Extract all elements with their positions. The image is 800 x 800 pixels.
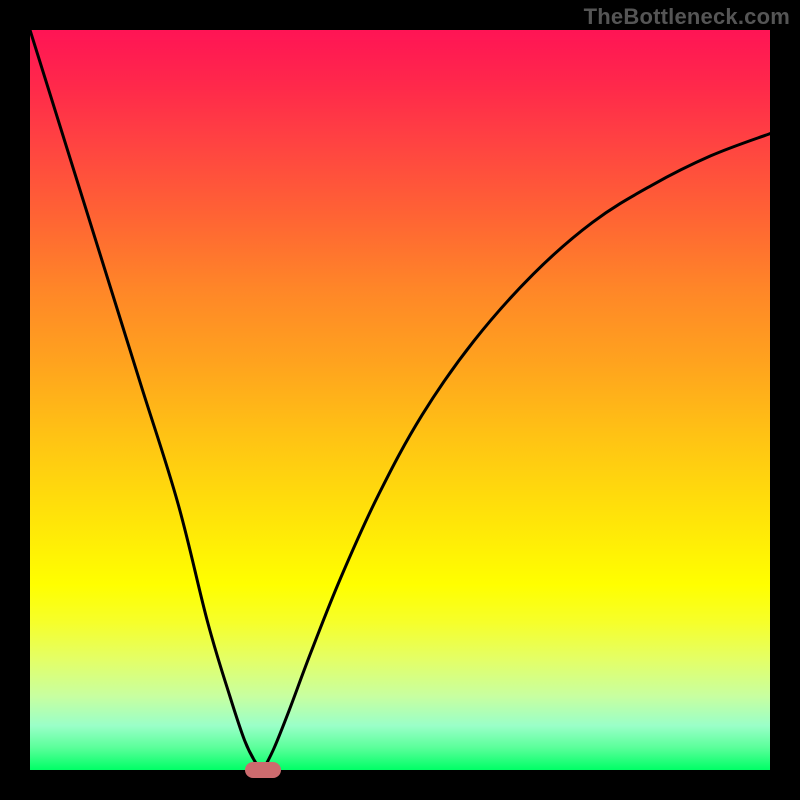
- minimum-marker: [245, 762, 281, 778]
- chart-frame: TheBottleneck.com: [0, 0, 800, 800]
- curve-svg: [30, 30, 770, 770]
- curve-left-branch: [30, 30, 263, 770]
- attribution-text: TheBottleneck.com: [584, 4, 790, 30]
- curve-right-branch: [263, 134, 770, 770]
- plot-area: [30, 30, 770, 770]
